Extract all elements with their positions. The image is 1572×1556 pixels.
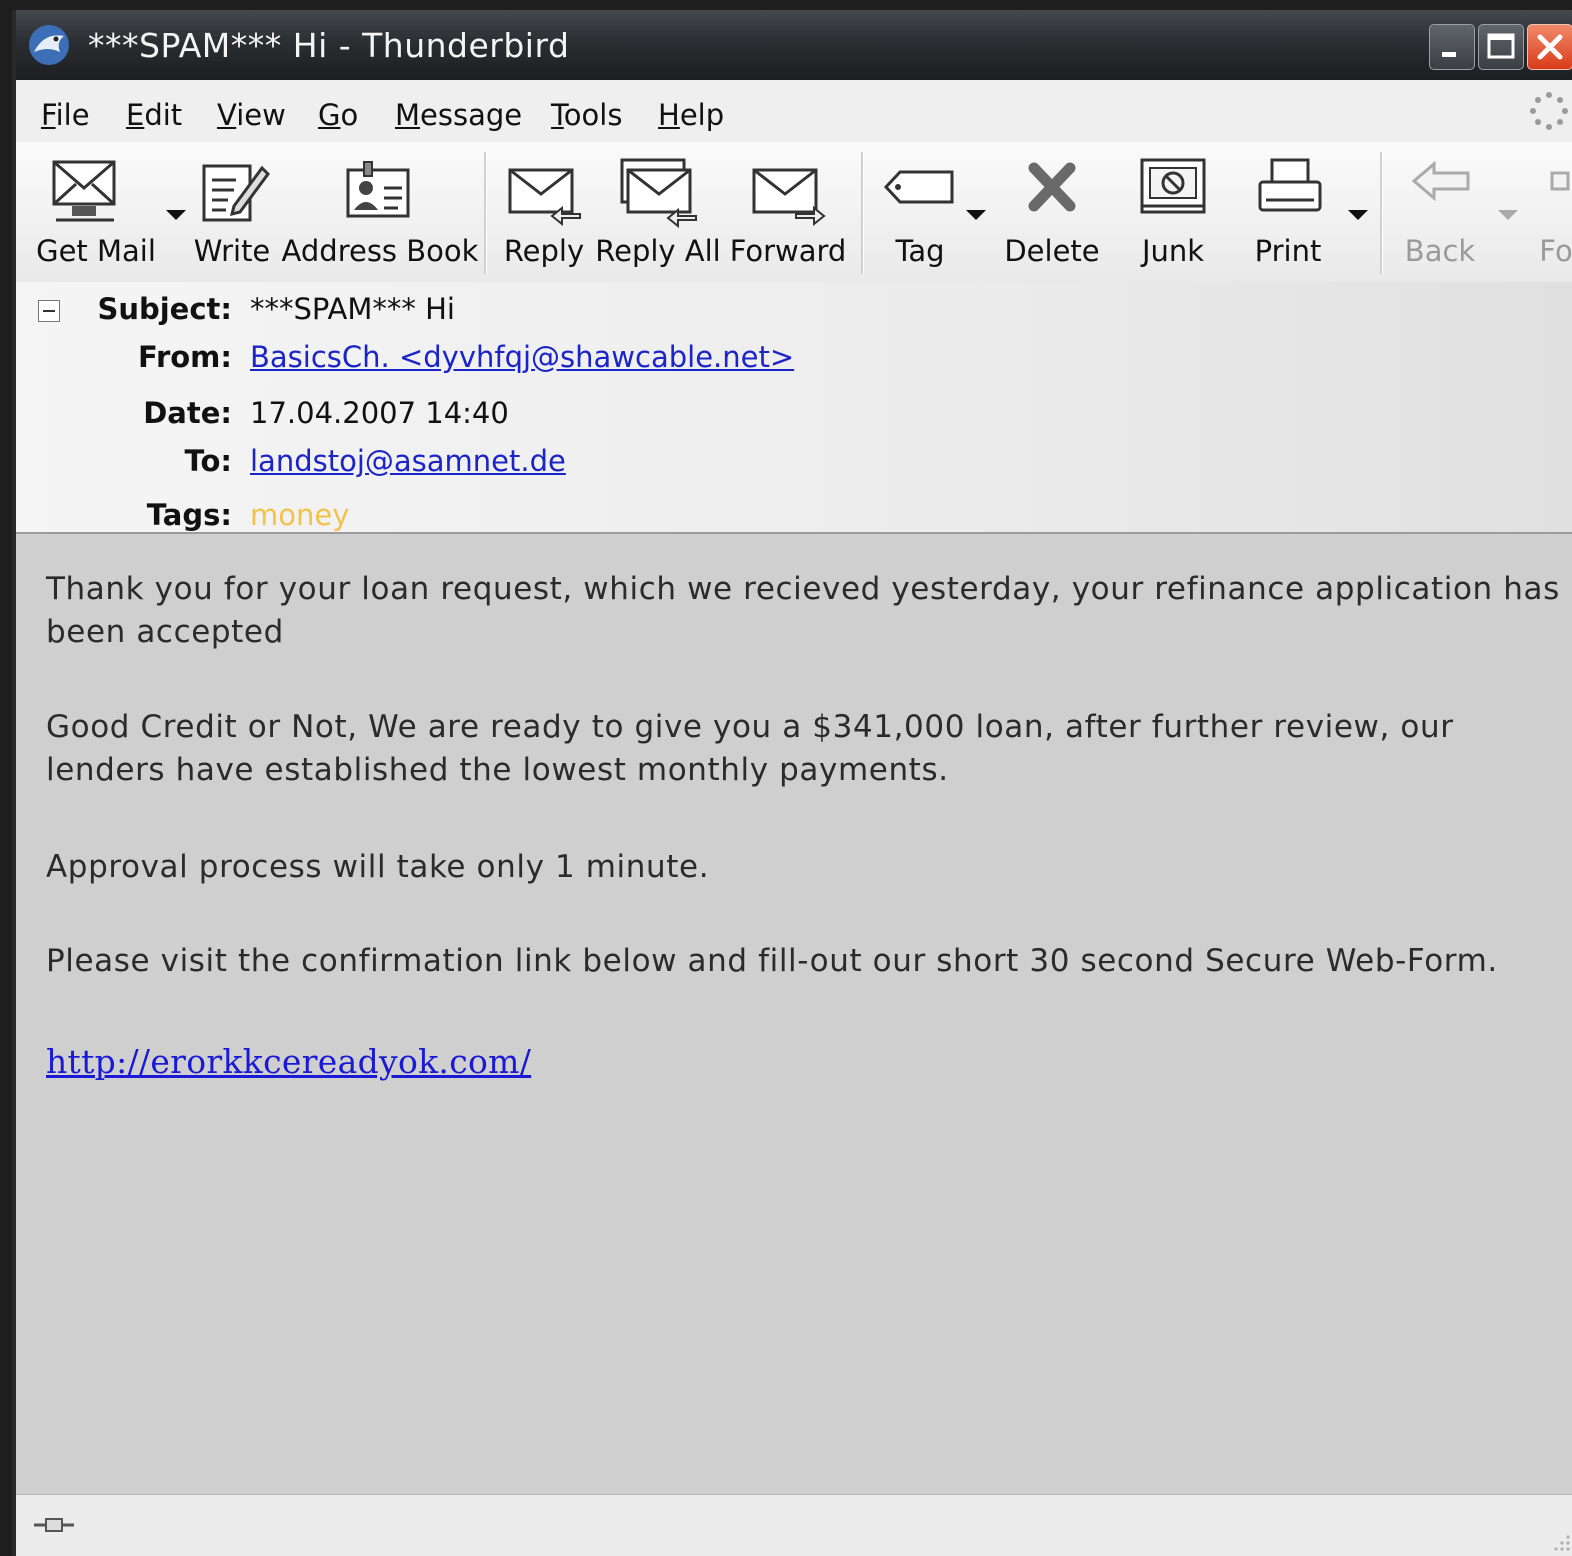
address-book-label: Address Book [281, 234, 479, 268]
junk-button[interactable]: Junk [1118, 142, 1228, 282]
from-label: From: [138, 340, 232, 374]
body-paragraph: Thank you for your loan request, which w… [46, 571, 1560, 650]
header-collapse-toggle[interactable] [38, 300, 60, 322]
tag-icon [883, 170, 954, 204]
back-dropdown-icon[interactable] [1498, 210, 1518, 220]
menu-bar: File Edit View Go Message Tools Help [16, 80, 1572, 143]
get-mail-label: Get Mail [36, 234, 156, 268]
menu-help[interactable]: Help [658, 98, 724, 132]
thunderbird-window: ***SPAM*** Hi - Thunderbird File Edit Vi… [12, 10, 1572, 1556]
message-body: Thank you for your loan request, which w… [16, 534, 1572, 1494]
reply-all-button[interactable]: Reply All [595, 142, 721, 282]
menu-view[interactable]: View [217, 98, 286, 132]
tags-label: Tags: [146, 498, 232, 532]
print-button[interactable]: Print [1238, 142, 1376, 282]
reply-icon [508, 168, 581, 226]
date-label: Date: [143, 396, 232, 430]
menu-file[interactable]: File [41, 98, 90, 132]
body-paragraph: Good Credit or Not, We are ready to give… [46, 709, 1454, 788]
tag-money[interactable]: money [250, 498, 349, 532]
to-link[interactable]: landstoj@asamnet.de [250, 444, 566, 478]
print-label: Print [1254, 234, 1322, 268]
toolbar-separator [1380, 152, 1383, 274]
write-button[interactable]: Write [188, 142, 284, 282]
address-book-icon [346, 161, 410, 218]
junk-icon [1140, 158, 1206, 214]
minimize-icon [1442, 52, 1456, 57]
thunderbird-icon [29, 25, 69, 65]
print-icon [1258, 158, 1322, 212]
get-mail-dropdown-icon[interactable] [166, 210, 186, 220]
delete-label: Delete [1004, 234, 1100, 268]
tag-button[interactable]: Tag [874, 142, 992, 282]
menu-go[interactable]: Go [318, 98, 358, 132]
window-title: ***SPAM*** Hi - Thunderbird [88, 26, 570, 65]
subject-label: Subject: [97, 292, 232, 326]
menu-tools[interactable]: Tools [551, 98, 622, 132]
tag-label: Tag [895, 234, 945, 268]
forward-button[interactable]: Forward [722, 142, 854, 282]
get-mail-button[interactable]: Get Mail [26, 142, 186, 282]
toolbar-separator [861, 152, 864, 274]
forward-icon [752, 168, 826, 226]
delete-icon [1028, 162, 1076, 212]
from-link[interactable]: BasicsCh. <dyvhfqj@shawcable.net> [250, 340, 794, 374]
resize-grip-icon[interactable] [1552, 1533, 1572, 1553]
delete-button[interactable]: Delete [996, 142, 1108, 282]
back-button[interactable]: Back [1392, 142, 1518, 282]
reply-all-label: Reply All [595, 234, 721, 268]
print-dropdown-icon[interactable] [1348, 210, 1368, 220]
forward-nav-button[interactable]: Fo [1516, 142, 1572, 282]
write-label: Write [193, 234, 271, 268]
write-icon [202, 164, 270, 222]
address-book-button[interactable]: Address Book [282, 142, 478, 282]
close-button[interactable] [1527, 24, 1572, 70]
maximize-button[interactable] [1478, 24, 1524, 70]
body-paragraph: Approval process will take only 1 minute… [46, 849, 710, 885]
maximize-icon [1487, 33, 1515, 59]
to-label: To: [184, 444, 232, 478]
reply-button[interactable]: Reply [496, 142, 594, 282]
toolbar-separator [484, 152, 487, 274]
back-arrow-icon [1411, 160, 1470, 202]
body-paragraph: Please visit the confirmation link below… [46, 943, 1498, 979]
date-value: 17.04.2007 14:40 [250, 396, 509, 430]
title-bar[interactable]: ***SPAM*** Hi - Thunderbird [16, 10, 1572, 80]
main-toolbar: Get Mail Write Address Book Reply Reply … [16, 142, 1572, 284]
close-icon [1537, 34, 1563, 60]
get-mail-icon [52, 160, 116, 222]
message-header-pane: Subject: ***SPAM*** Hi From: BasicsCh. <… [16, 282, 1572, 534]
subject-value: ***SPAM*** Hi [250, 292, 455, 326]
menu-message[interactable]: Message [395, 98, 522, 132]
spam-link[interactable]: http://erorkkcereadyok.com/ [46, 1042, 531, 1081]
connection-status-icon [34, 1518, 74, 1532]
junk-label: Junk [1141, 234, 1205, 268]
reply-all-icon [620, 158, 697, 228]
menu-edit[interactable]: Edit [126, 98, 182, 132]
status-bar [16, 1494, 1572, 1556]
back-label: Back [1404, 234, 1476, 268]
activity-throbber-icon [1530, 92, 1568, 130]
reply-label: Reply [503, 234, 585, 268]
tag-dropdown-icon[interactable] [966, 210, 986, 220]
forward-label: Forward [729, 234, 847, 268]
forward-nav-label: Fo [1539, 234, 1572, 268]
forward-arrow-icon [1550, 171, 1570, 191]
minimize-button[interactable] [1429, 24, 1475, 70]
